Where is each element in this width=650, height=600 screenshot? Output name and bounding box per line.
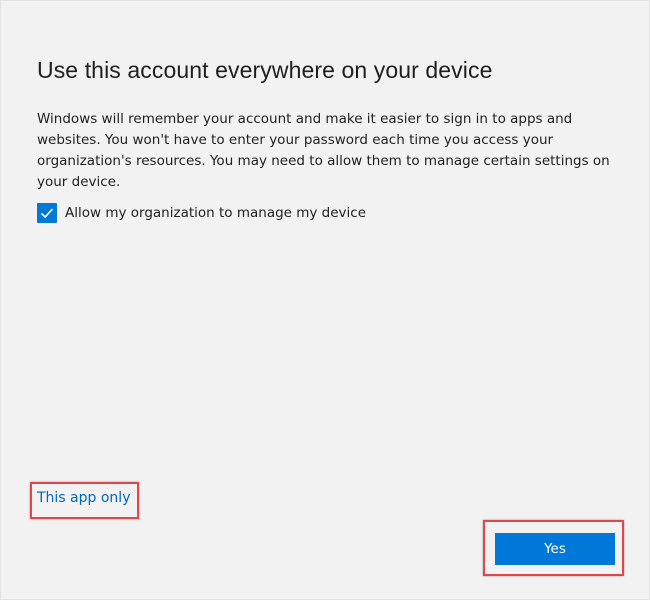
manage-device-checkbox[interactable]	[37, 202, 57, 223]
manage-device-checkbox-label: Allow my organization to manage my devic…	[65, 204, 367, 221]
manage-device-checkbox-row[interactable]: Allow my organization to manage my devic…	[37, 202, 366, 223]
checkmark-icon	[40, 207, 54, 218]
this-app-only-link[interactable]: This app only	[37, 490, 130, 506]
dialog-title: Use this account everywhere on your devi…	[37, 57, 493, 83]
dialog-window: Use this account everywhere on your devi…	[0, 0, 650, 600]
yes-button[interactable]: Yes	[495, 533, 615, 565]
dialog-description: Windows will remember your account and m…	[37, 111, 610, 190]
